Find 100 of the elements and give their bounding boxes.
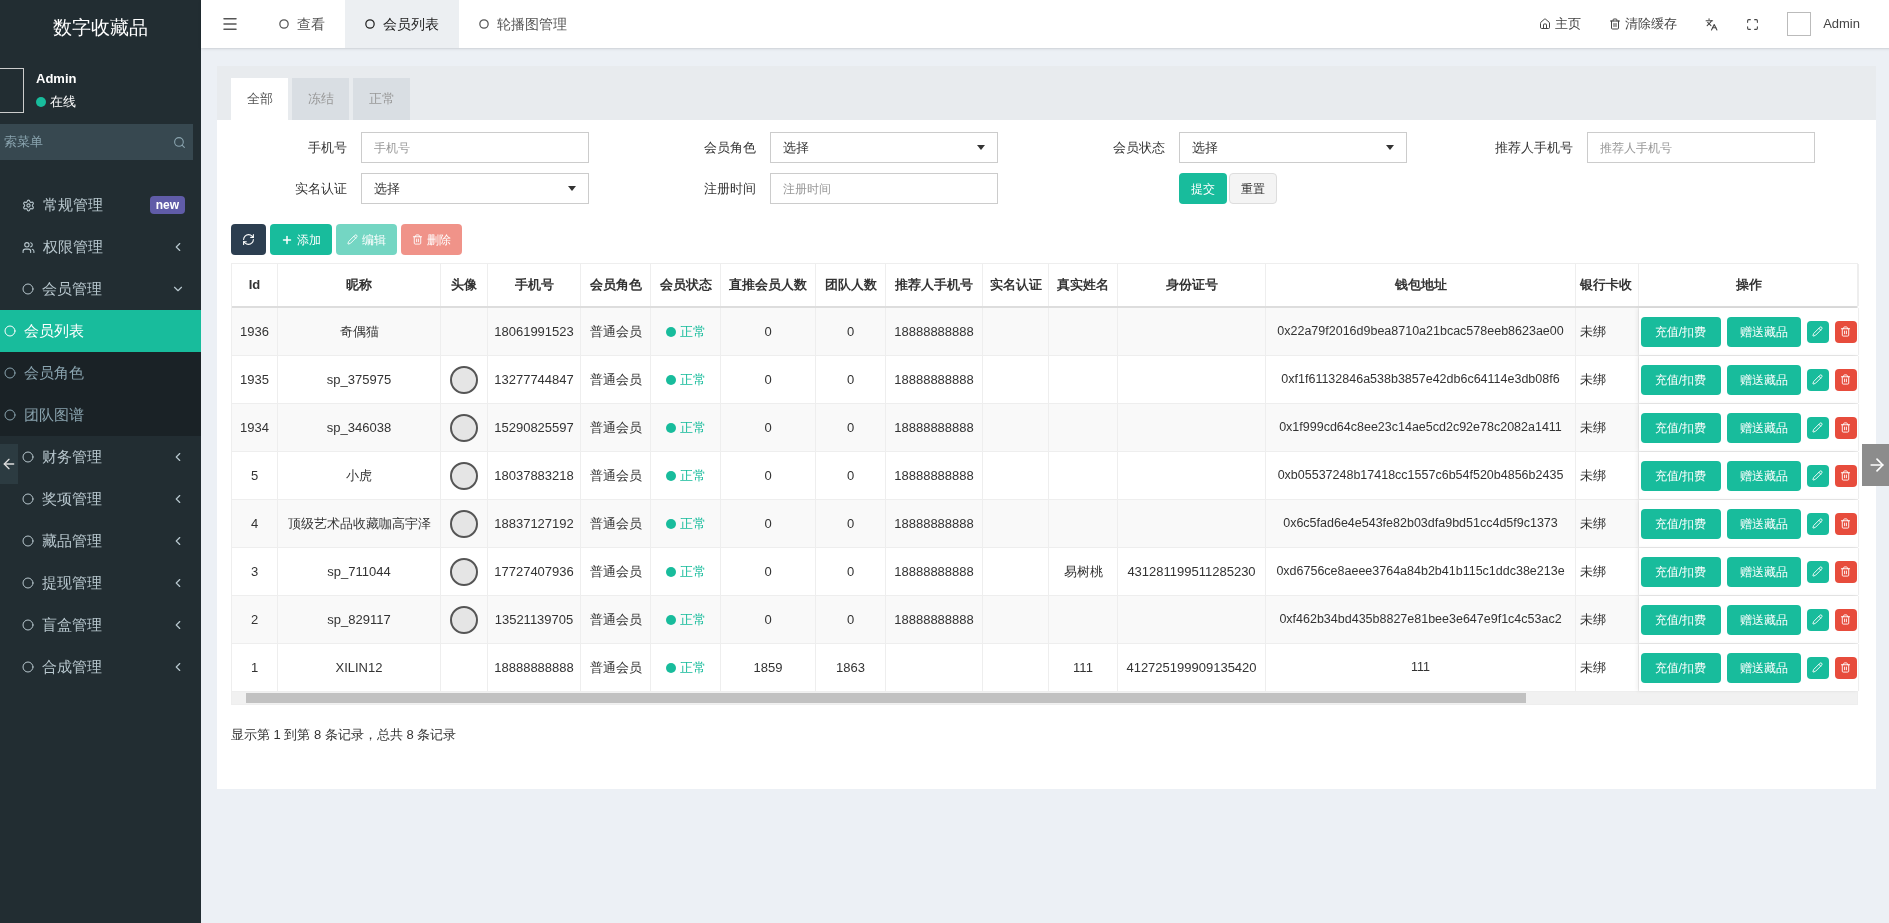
action-button[interactable]: 赠送藏品 — [1726, 556, 1801, 587]
action-button[interactable]: 赠送藏品 — [1726, 460, 1801, 491]
action-button[interactable]: 赠送藏品 — [1726, 508, 1801, 539]
menu-item[interactable]: 盲盒管理 — [18, 604, 201, 646]
action-button[interactable]: 充值/扣费 — [1640, 508, 1721, 539]
column-header: 身份证号 — [1165, 276, 1218, 295]
delete-button[interactable] — [1834, 416, 1857, 439]
table-cell-text: 未绑 — [1580, 514, 1606, 533]
menu-item[interactable]: 常规管理 new — [18, 184, 201, 226]
circle-icon — [22, 535, 34, 547]
action-button[interactable]: 充值/扣费 — [1640, 556, 1721, 587]
action-button[interactable]: 充值/扣费 — [1640, 316, 1721, 347]
page-tab[interactable]: 会员列表 — [345, 0, 459, 48]
status-text: 正常 — [679, 610, 706, 629]
select-field[interactable]: 选择 — [1178, 132, 1407, 163]
edit-button[interactable] — [1806, 560, 1829, 583]
header-link[interactable]: 清除缓存 — [1609, 14, 1678, 34]
settings-icon — [22, 198, 35, 212]
trash-icon — [1840, 470, 1851, 481]
menu-item[interactable]: 财务管理 — [18, 436, 201, 478]
action-button[interactable]: 充值/扣费 — [1640, 364, 1721, 395]
status-tab[interactable]: 正常 — [353, 78, 410, 120]
menu-item[interactable]: 会员管理 — [18, 268, 201, 310]
status-tab[interactable]: 冻结 — [292, 78, 349, 120]
filter-button[interactable]: 提交 — [1178, 173, 1227, 204]
edit-button[interactable] — [1806, 656, 1829, 679]
table-cell-text: 1936 — [240, 322, 269, 341]
action-button[interactable]: 赠送藏品 — [1726, 412, 1801, 443]
delete-button[interactable] — [1834, 368, 1857, 391]
menu-item[interactable]: 奖项管理 — [18, 478, 201, 520]
table-cell-text: 18061991523 — [494, 322, 574, 341]
delete-button[interactable] — [1834, 512, 1857, 535]
menu-icon[interactable] — [221, 15, 239, 33]
input-field[interactable]: 推荐人手机号 — [1587, 132, 1816, 163]
fullscreen-icon[interactable] — [1746, 17, 1760, 31]
action-button[interactable]: 充值/扣费 — [1640, 460, 1721, 491]
input-field[interactable]: 注册时间 — [769, 173, 998, 204]
table-cell-text: 18888888888 — [894, 370, 974, 389]
action-button[interactable]: 赠送藏品 — [1726, 316, 1801, 347]
delete-button[interactable] — [1834, 608, 1857, 631]
table-cell-text: 普通会员 — [589, 658, 642, 677]
delete-button[interactable] — [1834, 320, 1857, 343]
edit-button[interactable] — [1806, 512, 1829, 535]
filter-label: 会员角色 — [702, 138, 756, 157]
delete-button[interactable] — [1834, 560, 1857, 583]
edit-button[interactable] — [1806, 368, 1829, 391]
table-cell-text: 未绑 — [1580, 658, 1606, 677]
edit-button[interactable] — [1806, 464, 1829, 487]
search-button[interactable] — [165, 124, 193, 160]
table-cell-text: 0 — [846, 514, 855, 533]
horizontal-scrollbar[interactable] — [232, 692, 1857, 704]
delete-button[interactable] — [1834, 464, 1857, 487]
action-button[interactable]: 赠送藏品 — [1726, 604, 1801, 635]
new-badge: new — [149, 196, 185, 214]
filter-button[interactable]: 重置 — [1228, 173, 1277, 204]
submenu-item[interactable]: 会员列表 — [0, 310, 201, 352]
table-cell-text: 未绑 — [1580, 610, 1606, 629]
submenu-item[interactable]: 团队图谱 — [0, 394, 201, 436]
edit-button[interactable] — [1806, 608, 1829, 631]
table-cell-text: 普通会员 — [589, 322, 642, 341]
menu-item[interactable]: 藏品管理 — [18, 520, 201, 562]
delete-button[interactable] — [1834, 656, 1857, 679]
app-title: 数字收藏品 — [53, 15, 148, 40]
avatar-placeholder — [0, 67, 24, 113]
translate-icon[interactable] — [1705, 17, 1719, 31]
table-cell-text: 普通会员 — [589, 514, 642, 533]
header-link[interactable]: 主页 — [1539, 14, 1582, 34]
action-button[interactable]: 充值/扣费 — [1640, 652, 1721, 683]
status-text: 正常 — [679, 658, 706, 677]
right-arrow-button[interactable] — [1862, 444, 1889, 486]
left-arrow-button[interactable] — [0, 444, 18, 484]
input-field[interactable]: 手机号 — [361, 132, 589, 163]
menu-item[interactable]: 提现管理 — [18, 562, 201, 604]
submenu-item[interactable]: 会员角色 — [0, 352, 201, 394]
action-button[interactable]: 充值/扣费 — [1640, 412, 1721, 443]
table-cell-text: 易树桃 — [1063, 562, 1103, 581]
user-name[interactable]: Admin — [1823, 14, 1860, 34]
edit-button[interactable] — [1806, 320, 1829, 343]
add-button[interactable]: 添加 — [270, 224, 332, 255]
menu-item[interactable]: 权限管理 — [18, 226, 201, 268]
page-tab[interactable]: 轮播图管理 — [459, 0, 587, 48]
column-header: 手机号 — [514, 276, 554, 295]
refresh-button[interactable] — [231, 224, 266, 255]
action-button[interactable]: 赠送藏品 — [1726, 364, 1801, 395]
table-cell-text: 0 — [764, 562, 772, 581]
table-cell-text: 0x6c5fad6e4e543fe82b03dfa9bd51cc4d5f9c1373 — [1283, 515, 1558, 533]
page-tab[interactable]: 查看 — [259, 0, 345, 48]
circle-icon — [22, 619, 34, 631]
menu-item[interactable]: 合成管理 — [18, 646, 201, 688]
select-field[interactable]: 选择 — [361, 173, 589, 204]
table-cell-text: sp_829117 — [327, 610, 391, 629]
menu-search-field[interactable]: 索菜单 — [0, 124, 165, 160]
action-button[interactable]: 充值/扣费 — [1640, 604, 1721, 635]
select-field[interactable]: 选择 — [769, 132, 998, 163]
edit-button[interactable] — [1806, 416, 1829, 439]
table-cell-text: 1 — [250, 658, 259, 677]
action-button[interactable]: 赠送藏品 — [1726, 652, 1801, 683]
status-tab[interactable]: 全部 — [231, 78, 288, 120]
caret-icon — [976, 145, 985, 150]
table-cell-text: 0xf1f61132846a538b3857e42db6c64114e3db08f6 — [1281, 371, 1560, 389]
